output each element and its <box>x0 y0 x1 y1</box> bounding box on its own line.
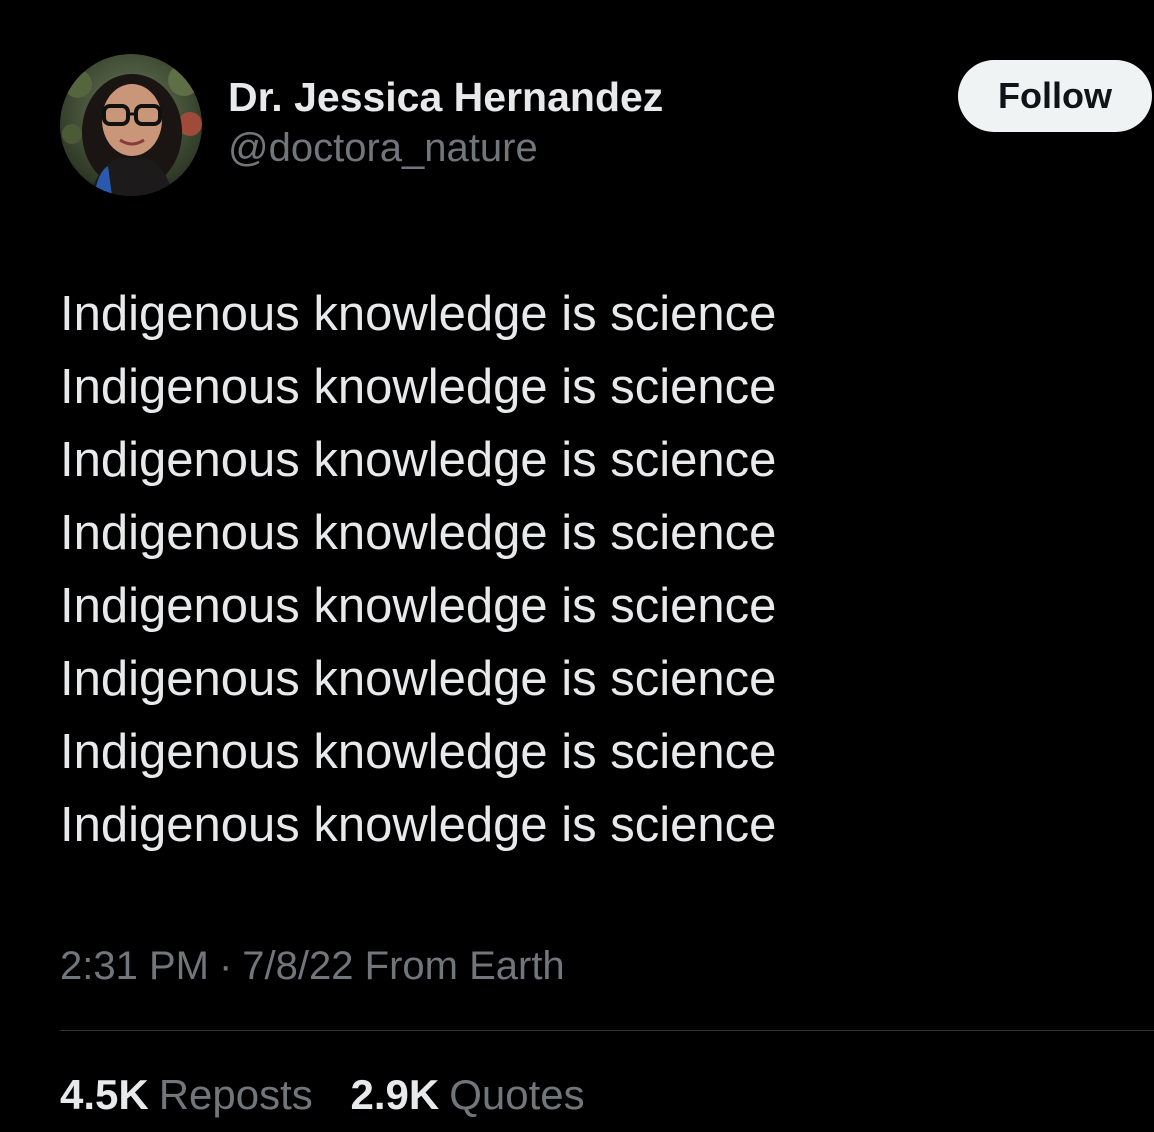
tweet-time[interactable]: 2:31 PM <box>60 944 209 988</box>
reposts-stat[interactable]: 4.5K Reposts <box>60 1071 313 1118</box>
tweet-text-line: Indigenous knowledge is science <box>60 725 777 779</box>
tweet-text-line: Indigenous knowledge is science <box>60 433 777 487</box>
quotes-count: 2.9K <box>350 1071 440 1118</box>
quotes-label: Quotes <box>449 1071 585 1118</box>
tweet-location: From Earth <box>364 944 565 988</box>
tweet-stats: 4.5K Reposts 2.9K Quotes <box>60 1066 611 1124</box>
profile-photo-icon <box>60 54 202 196</box>
meta-separator: · <box>218 944 233 988</box>
reposts-count: 4.5K <box>60 1071 149 1118</box>
avatar[interactable] <box>60 54 202 196</box>
tweet-text-line: Indigenous knowledge is science <box>60 579 777 633</box>
tweet-date[interactable]: 7/8/22 <box>242 944 353 988</box>
user-handle[interactable]: @doctora_nature <box>228 122 663 174</box>
tweet-card: Dr. Jessica Hernandez @doctora_nature Fo… <box>0 0 1154 1132</box>
display-name[interactable]: Dr. Jessica Hernandez <box>228 72 663 122</box>
user-info: Dr. Jessica Hernandez @doctora_nature <box>228 72 663 174</box>
tweet-text-line: Indigenous knowledge is science <box>60 652 777 706</box>
quotes-stat[interactable]: 2.9K Quotes <box>350 1071 584 1118</box>
tweet-meta: 2:31 PM · 7/8/22 From Earth <box>60 938 565 994</box>
tweet-text-line: Indigenous knowledge is science <box>60 360 777 414</box>
tweet-header: Dr. Jessica Hernandez @doctora_nature Fo… <box>60 54 1154 204</box>
tweet-text-line: Indigenous knowledge is science <box>60 287 777 341</box>
follow-button[interactable]: Follow <box>958 60 1152 132</box>
tweet-text-line: Indigenous knowledge is science <box>60 506 777 560</box>
divider <box>60 1030 1154 1031</box>
reposts-label: Reposts <box>158 1071 313 1118</box>
tweet-text-line: Indigenous knowledge is science <box>60 798 777 852</box>
tweet-text: Indigenous knowledge is science Indigeno… <box>60 278 1120 862</box>
